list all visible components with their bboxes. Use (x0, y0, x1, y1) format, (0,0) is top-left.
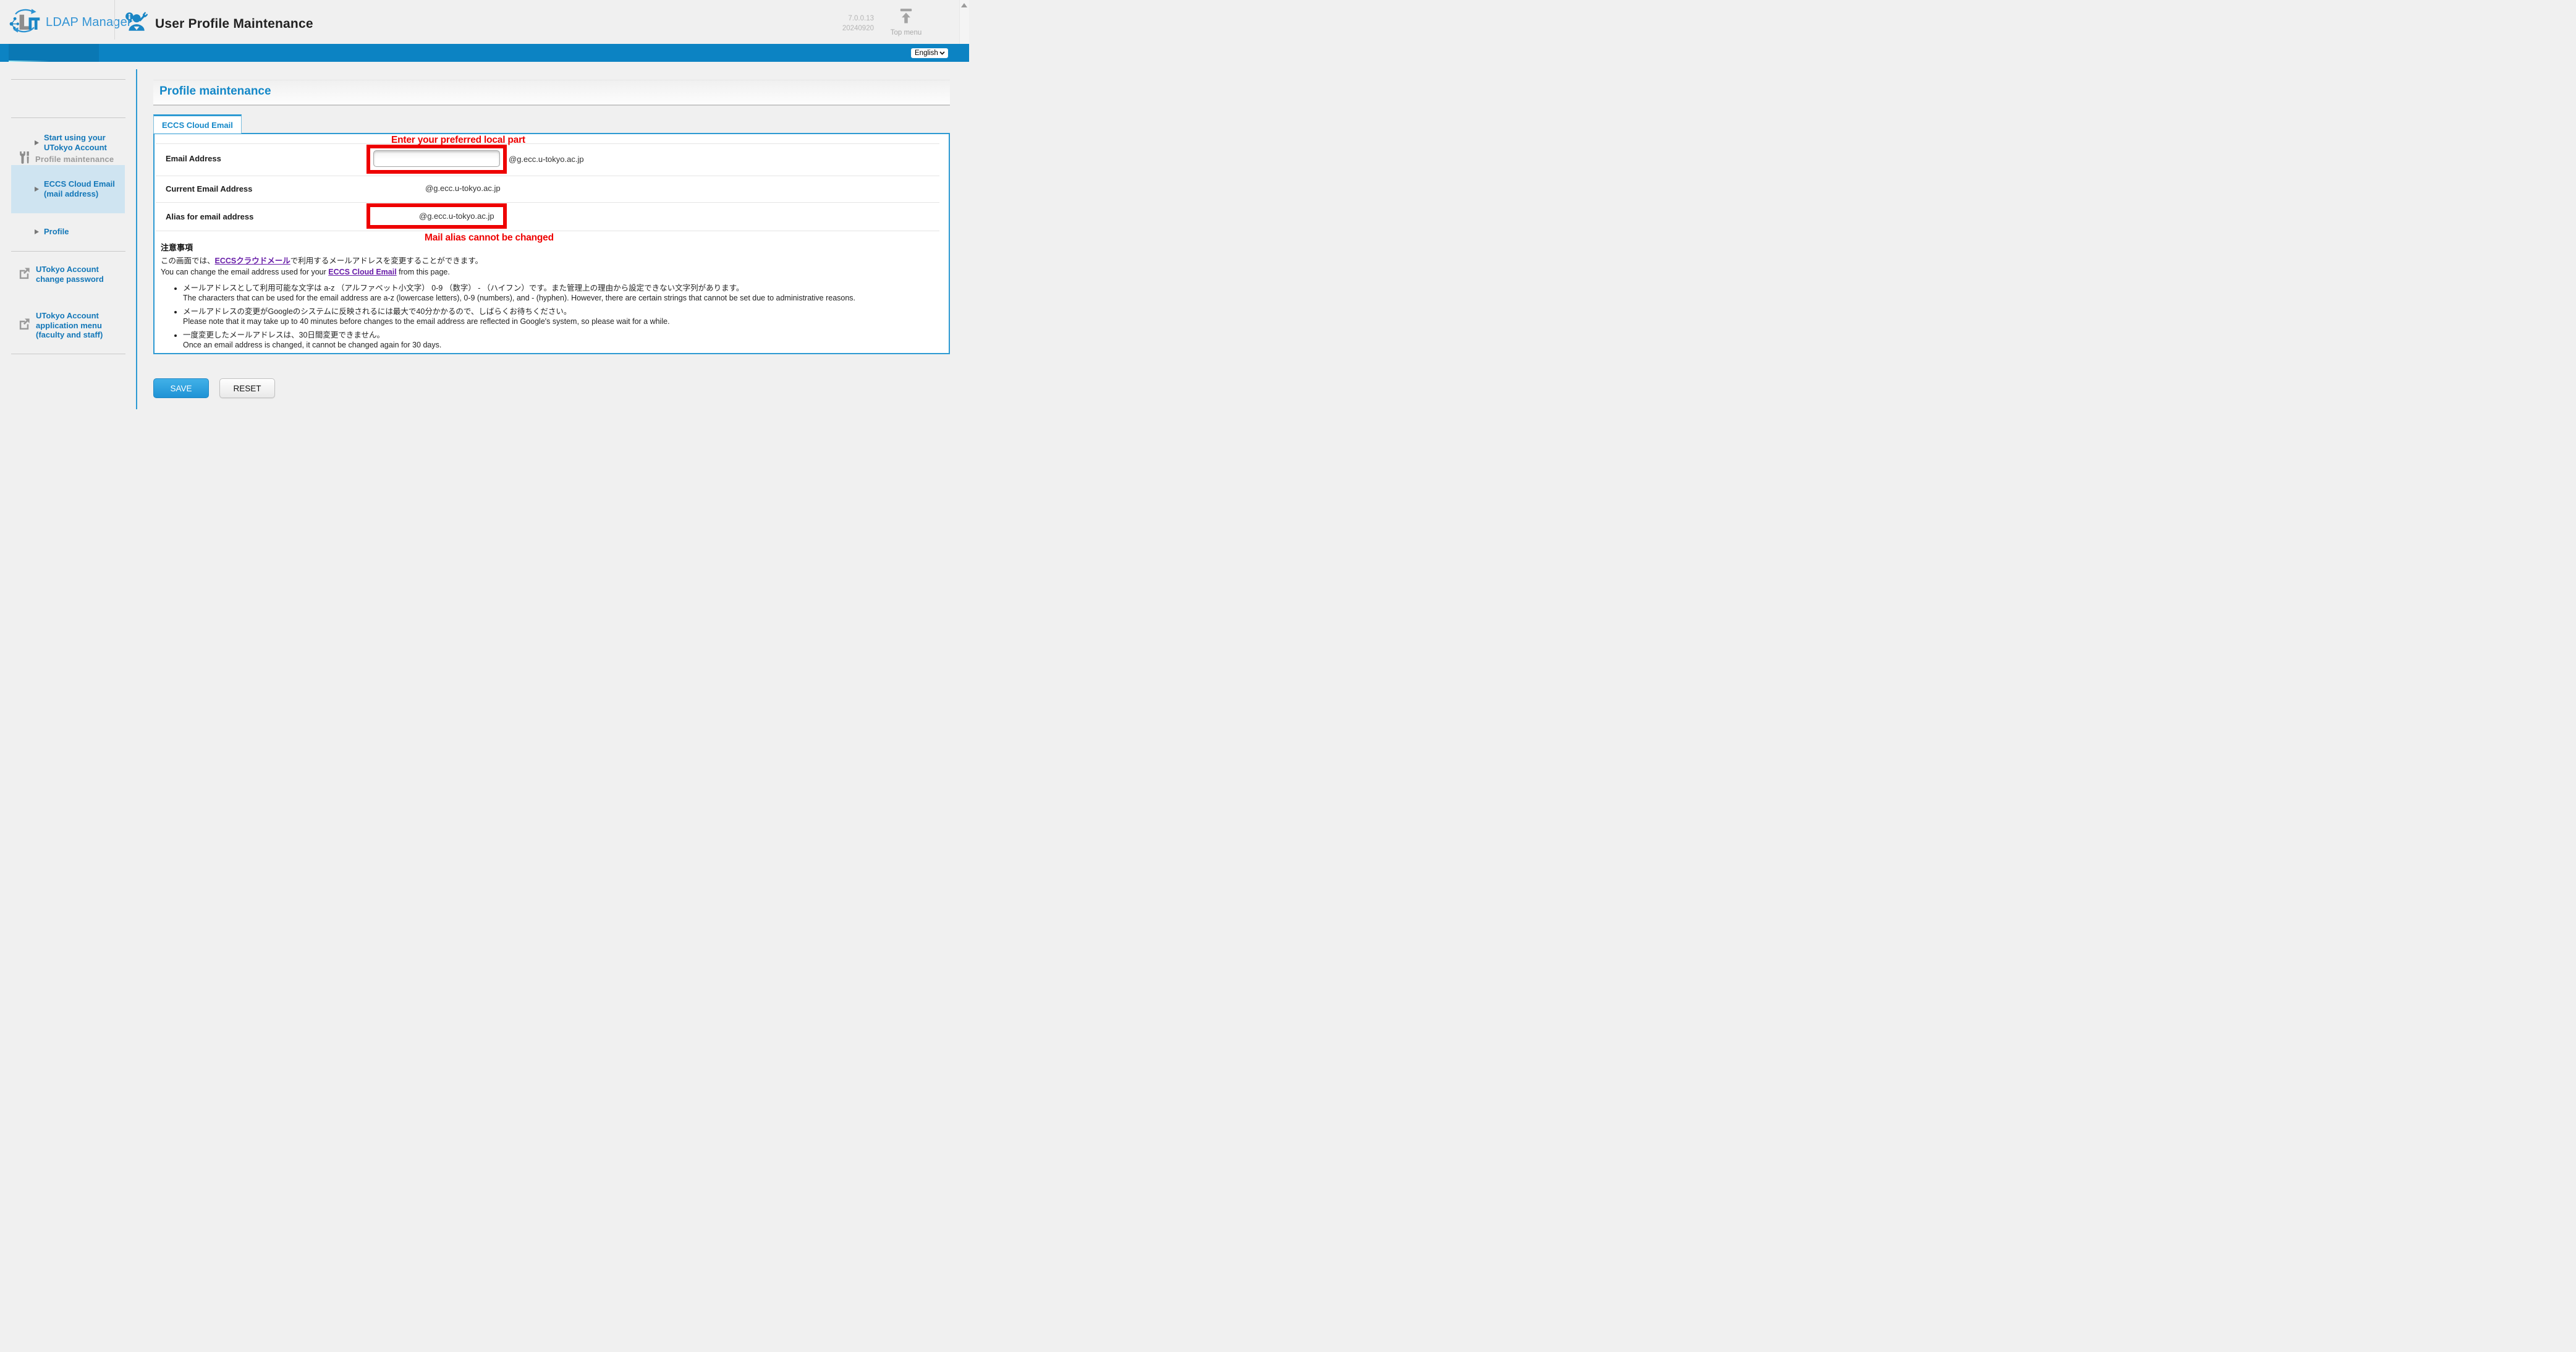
sidebar-link-change-password[interactable]: UTokyo Account change password (17, 265, 111, 284)
sidebar-item-profile[interactable]: Profile (11, 224, 125, 240)
notes-bullet-list: メールアドレスとして利用可能な文字は a-z （アルファベット小文字） 0-9 … (183, 283, 934, 351)
notes-bullet: メールアドレスの変更がGoogleのシステムに反映されるには最大で40分かかるの… (183, 307, 934, 327)
language-select[interactable]: English (911, 48, 948, 58)
triangle-right-icon (35, 140, 39, 145)
alias-email-address-value: @g.ecc.u-tokyo.ac.jp (370, 207, 503, 221)
version-number: 7.0.0.13 (842, 14, 874, 23)
page-heading-band (153, 80, 950, 106)
language-select-value: English (915, 49, 938, 57)
reset-button[interactable]: RESET (219, 378, 275, 398)
sidebar-item-eccs-cloud-email[interactable]: ECCS Cloud Email (mail address) (11, 165, 125, 213)
bullet-jp: メールアドレスとして利用可能な文字は a-z （アルファベット小文字） 0-9 … (183, 283, 934, 294)
ldap-manager-logo-icon (7, 7, 42, 38)
page-title: User Profile Maintenance (155, 17, 313, 32)
bullet-en: Once an email address is changed, it can… (183, 340, 934, 351)
annotation-mail-alias: Mail alias cannot be changed (425, 232, 554, 244)
chevron-down-icon (939, 49, 945, 57)
notes-intro-jp: この画面では、ECCSクラウドメールで利用するメールアドレスを変更することができ… (161, 256, 934, 266)
sidebar-divider (11, 117, 125, 118)
row-separator (156, 202, 939, 203)
sidebar-separator-line (136, 69, 137, 409)
sidebar-divider (11, 251, 125, 252)
notes-section: 注意事項 この画面では、ECCSクラウドメールで利用するメールアドレスを変更する… (161, 241, 934, 354)
app-header: LDAP Manager (0, 0, 969, 44)
page-title-group: User Profile Maintenance (124, 11, 313, 37)
bullet-jp: メールアドレスの変更がGoogleのシステムに反映されるには最大で40分かかるの… (183, 307, 934, 317)
sidebar: Profile maintenance Start using your UTo… (0, 62, 136, 509)
version-date: 20240920 (842, 23, 874, 33)
top-menu-icon (899, 8, 913, 27)
user-profile-icon (124, 11, 148, 37)
email-local-part-input[interactable] (373, 150, 500, 167)
external-link-icon (17, 317, 32, 334)
sidebar-item-start-using-utokyo-account[interactable]: Start using your UTokyo Account (11, 128, 125, 158)
row-separator (156, 143, 939, 144)
notes-intro-en: You can change the email address used fo… (161, 267, 934, 278)
eccs-cloud-email-link-en[interactable]: ECCS Cloud Email (328, 268, 396, 276)
version-info: 7.0.0.13 20240920 (842, 14, 874, 33)
triangle-right-icon (35, 229, 39, 234)
scrollbar-up-icon[interactable] (961, 3, 967, 7)
annotation-email-local-part: Enter your preferred local part (391, 135, 525, 146)
notes-bullet: メールアドレスとして利用可能な文字は a-z （アルファベット小文字） 0-9 … (183, 283, 934, 304)
email-domain-suffix: @g.ecc.u-tokyo.ac.jp (509, 155, 584, 164)
bullet-jp: 一度変更したメールアドレスは、30日間変更できません。 (183, 330, 934, 341)
sidebar-link-label: UTokyo Account change password (36, 265, 111, 284)
external-link-icon (17, 266, 32, 283)
sidebar-divider (11, 79, 125, 80)
top-menu-label: Top menu (891, 29, 922, 36)
page: LDAP Manager (0, 0, 969, 509)
tab-eccs-cloud-email[interactable]: ECCS Cloud Email (153, 114, 242, 134)
top-navbar: English (0, 44, 969, 62)
sidebar-item-label: Start using your UTokyo Account (44, 133, 119, 153)
navbar-active-item[interactable] (9, 44, 99, 62)
top-menu-button[interactable]: Top menu (889, 8, 923, 40)
sidebar-link-label: UTokyo Account application menu (faculty… (36, 311, 119, 340)
alias-highlight-box: @g.ecc.u-tokyo.ac.jp (366, 203, 507, 229)
app-logo[interactable]: LDAP Manager (7, 8, 132, 36)
current-email-address-value: @g.ecc.u-tokyo.ac.jp (425, 184, 501, 193)
alias-for-email-address-label: Alias for email address (166, 212, 253, 221)
bullet-en: Please note that it may take up to 40 mi… (183, 317, 934, 327)
notes-intro-en-text: from this page. (397, 268, 450, 276)
sidebar-item-label: Profile (44, 227, 69, 237)
save-button[interactable]: SAVE (153, 378, 209, 398)
triangle-right-icon (35, 187, 39, 192)
notes-bullet: 一度変更したメールアドレスは、30日間変更できません。 Once an emai… (183, 330, 934, 351)
email-address-label: Email Address (166, 154, 221, 163)
app-logo-text: LDAP Manager (46, 15, 132, 30)
content-page-title: Profile maintenance (159, 85, 271, 98)
eccs-cloud-mail-link-jp[interactable]: ECCSクラウドメール (215, 257, 290, 265)
email-input-highlight-box (366, 145, 507, 174)
current-email-address-label: Current Email Address (166, 184, 252, 193)
tab-label: ECCS Cloud Email (154, 116, 241, 130)
sidebar-item-label: ECCS Cloud Email (mail address) (44, 179, 122, 199)
sidebar-link-application-menu[interactable]: UTokyo Account application menu (faculty… (17, 311, 119, 340)
notes-intro-jp-text: で利用するメールアドレスを変更することができます。 (290, 257, 483, 265)
notes-intro-en-text: You can change the email address used fo… (161, 268, 328, 276)
notes-intro-jp-text: この画面では、 (161, 257, 215, 265)
header-divider (114, 0, 115, 40)
bullet-en: The characters that can be used for the … (183, 293, 934, 304)
